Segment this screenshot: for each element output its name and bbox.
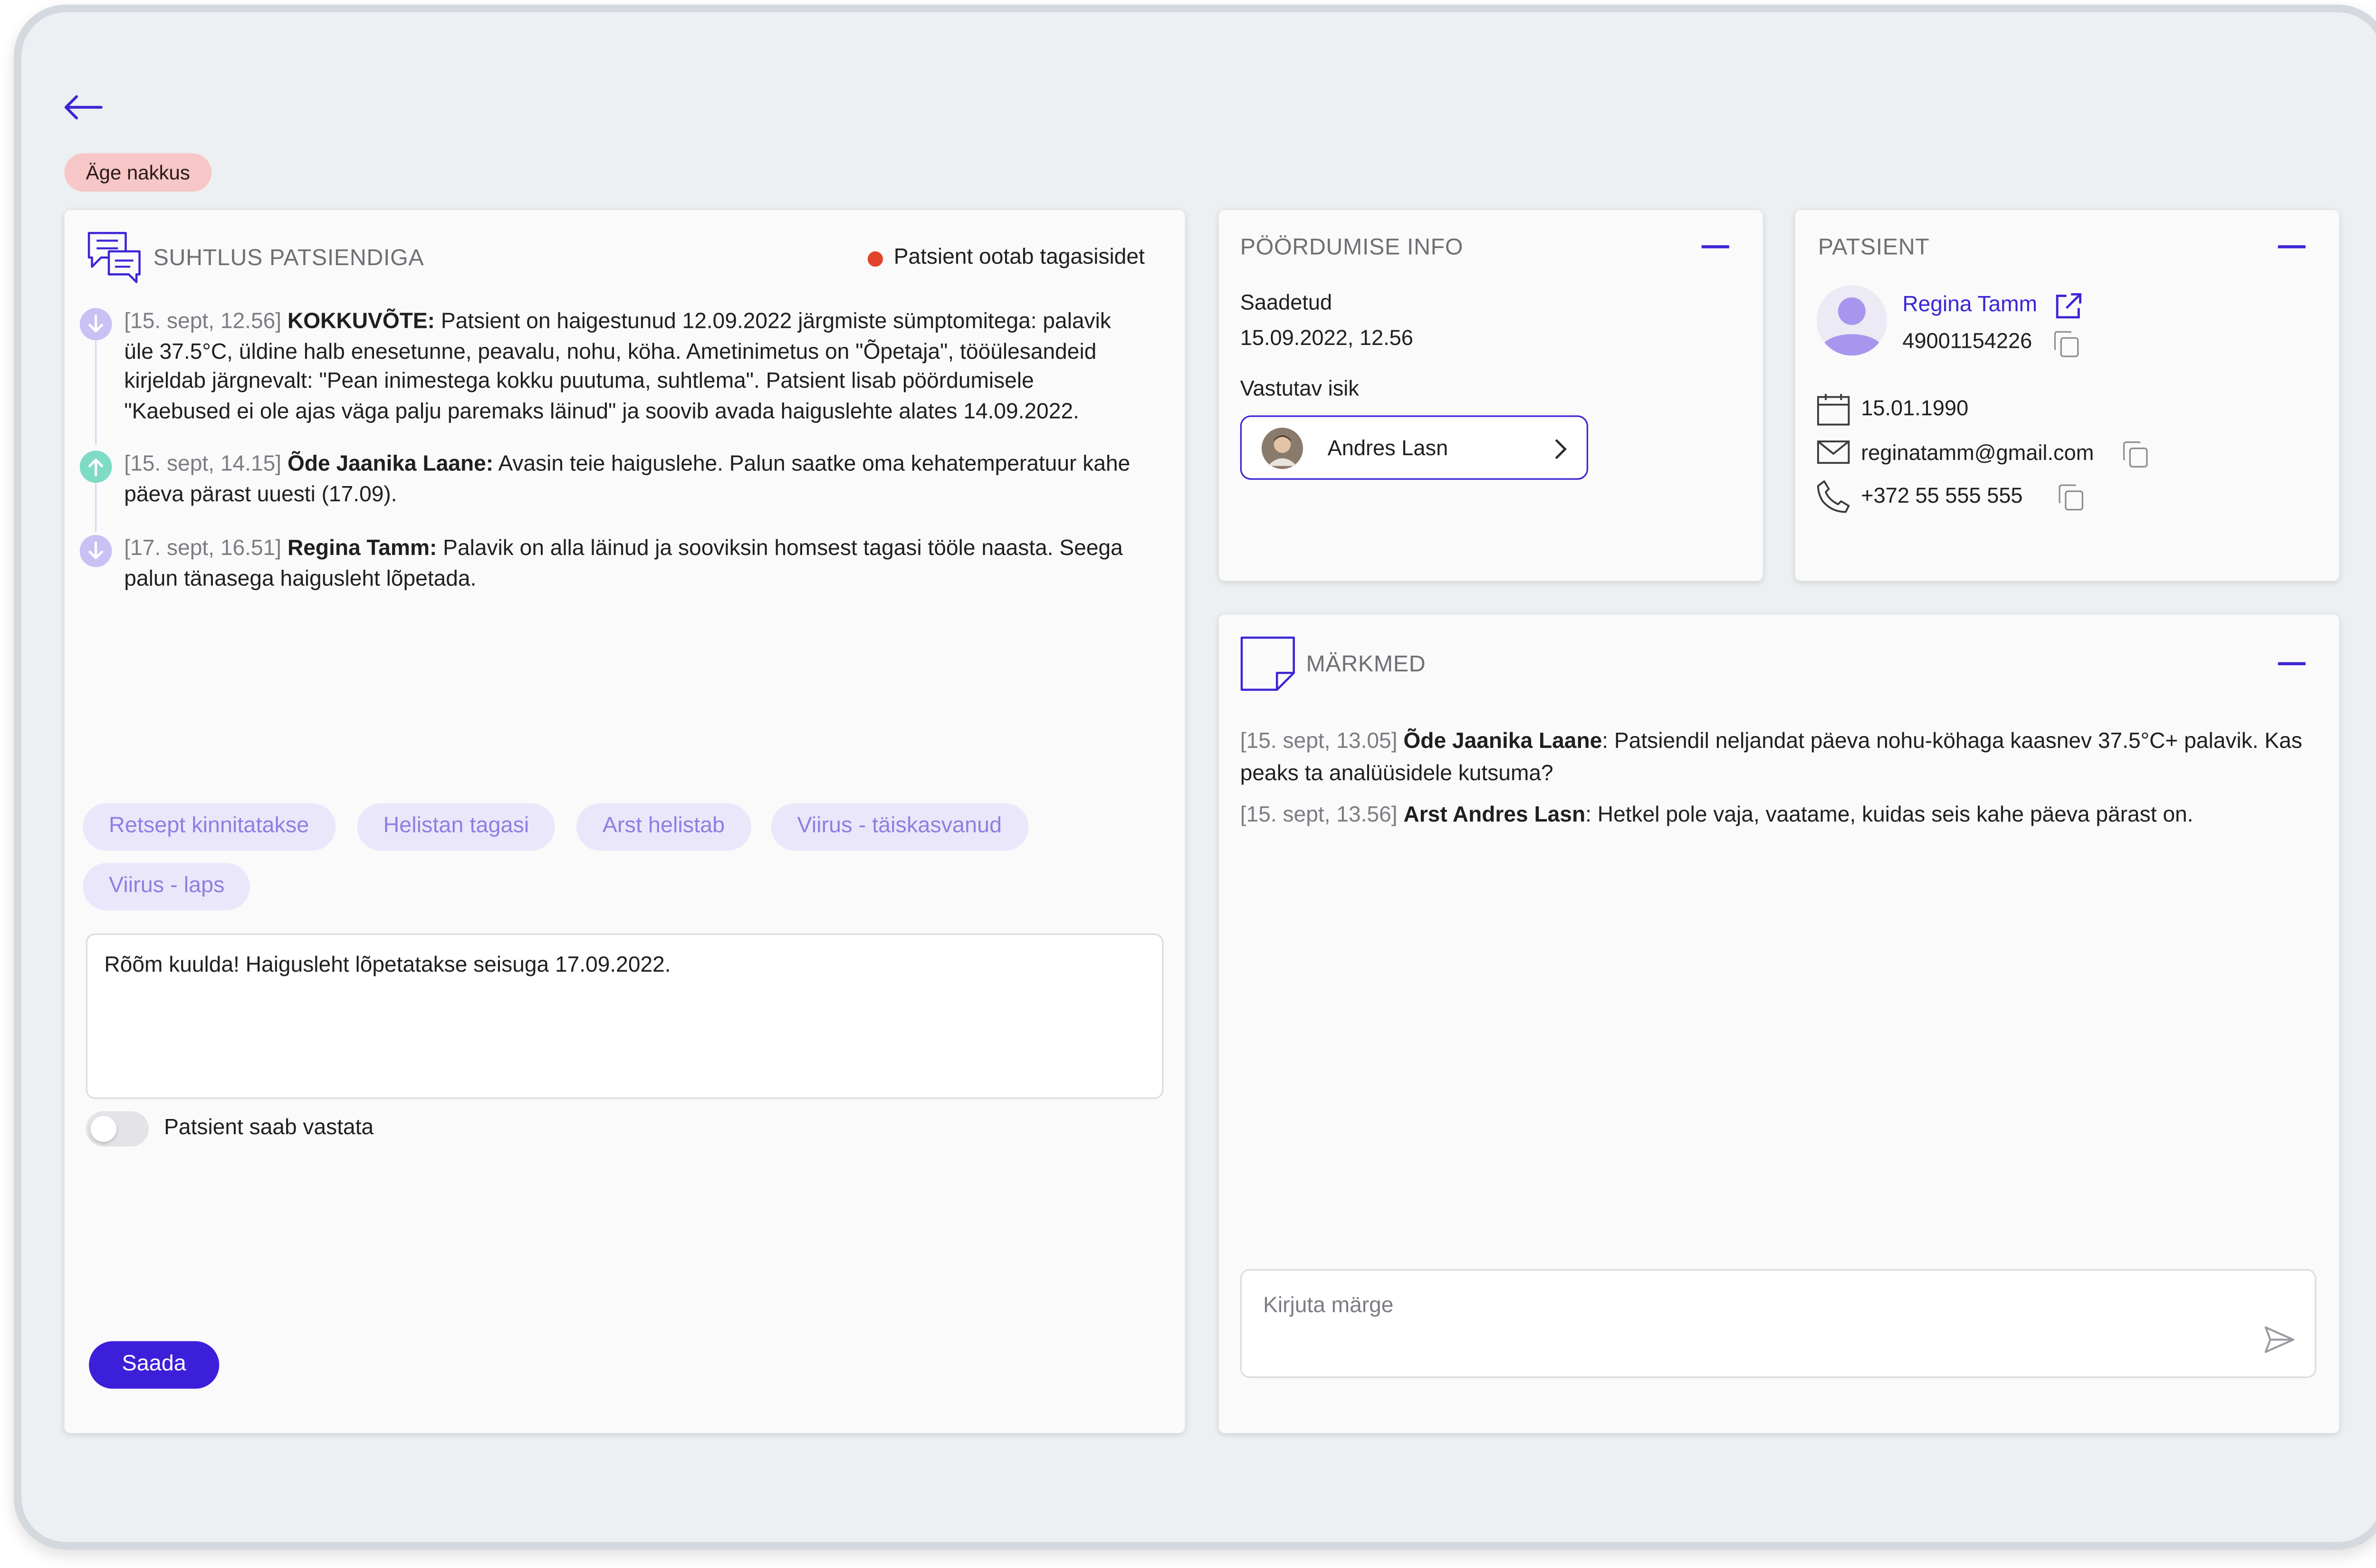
timeline-line [95,483,97,532]
collapse-patient-button[interactable] [2278,245,2306,249]
timeline-line [95,340,97,445]
message-item: [15. sept, 14.15] Õde Jaanika Laane: Ava… [124,450,1167,510]
patient-id-code: 49001154226 [1902,328,2032,353]
outgoing-message-icon [79,450,112,483]
message-text-line: kirjeldab järgnevalt: "Pean inimestega k… [124,369,1034,394]
incoming-message-icon [79,535,112,567]
screen: Äge nakkus SUHTLUS PATSIENDIGA Patsient … [0,0,2376,1568]
note-item: [15. sept, 13.56] Arst Andres Lasn: Hetk… [1240,803,2194,828]
quick-reply-chip[interactable]: Arst helistab [576,803,751,851]
responsible-name: Andres Lasn [1327,435,1448,460]
message-text-line: palun tänasega haigusleht lõpetada. [124,566,477,591]
send-button[interactable]: Saada [89,1341,220,1389]
communication-title: SUHTLUS PATSIENDIGA [153,245,424,271]
toggle-knob [90,1116,117,1142]
patient-title: PATSIENT [1818,234,1930,261]
quick-reply-chip[interactable]: Helistan tagasi [357,803,556,851]
message-text-line: üle 37.5°C, üldine halb enesetunne, peav… [124,339,1097,364]
reply-textarea[interactable]: Rõõm kuulda! Haigusleht lõpetatakse seis… [86,933,1164,1099]
back-arrow-icon[interactable] [61,92,104,123]
message-author: Õde Jaanika Laane: [287,452,494,477]
quick-reply-chip[interactable]: Viirus - täiskasvanud [771,803,1028,851]
status-dot [867,251,883,267]
sent-value: 15.09.2022, 12.56 [1240,325,1413,350]
patient-can-reply-toggle[interactable] [86,1111,149,1147]
email-icon [1817,440,1850,464]
severity-badge: Äge nakkus [64,153,211,192]
doctor-avatar [1261,428,1303,469]
reply-text: Rõõm kuulda! Haigusleht lõpetatakse seis… [104,953,671,978]
responsible-person-selector[interactable]: Andres Lasn [1240,415,1589,480]
message-item: [15. sept, 12.56] KOKKUVÕTE: Patsient on… [124,308,1167,428]
message-author: Regina Tamm: [287,536,437,561]
message-time: [15. sept, 14.15] [124,452,282,477]
patient-birth-date: 15.01.1990 [1861,395,1969,420]
copy-icon[interactable] [2054,331,2079,357]
note-icon [1240,636,1295,691]
message-text-line: Patsient on haigestunud 12.09.2022 järgm… [441,309,1111,335]
open-external-icon[interactable] [2054,291,2083,320]
copy-icon[interactable] [2123,441,2148,468]
status-text: Patsient ootab tagasisidet [893,245,1145,270]
incoming-message-icon [79,308,112,341]
patient-name-link[interactable]: Regina Tamm [1902,293,2037,317]
note-text-line: Hetkel pole vaja, vaatame, kuidas seis k… [1597,803,2194,828]
collapse-request-info-button[interactable] [1701,245,1729,249]
message-item: [17. sept, 16.51] Regina Tamm: Palavik o… [124,535,1167,595]
message-text-line: Palavik on alla läinud ja sooviksin homs… [443,536,1123,561]
message-text-line: päeva pärast uuesti (17.09). [124,482,397,507]
sent-label: Saadetud [1240,289,1332,315]
responsible-label: Vastutav isik [1240,375,1359,400]
note-text-line: Patsiendil neljandat päeva nohu-köhaga k… [1614,729,2302,755]
note-input-placeholder: Kirjuta märge [1263,1293,1394,1319]
copy-icon[interactable] [2059,484,2083,511]
notes-title: MÄRKMED [1306,651,1426,678]
calendar-icon [1817,394,1850,426]
collapse-notes-button[interactable] [2278,662,2306,666]
note-text-line: peaks ta analüüsidele kutsuma? [1240,762,1553,786]
note-time: [15. sept, 13.56] [1240,803,1398,828]
phone-icon [1817,480,1850,513]
note-item: [15. sept, 13.05] Õde Jaanika Laane: Pat… [1240,729,2302,786]
request-info-title: PÖÖRDUMISE INFO [1240,234,1464,261]
patient-avatar [1816,285,1887,356]
message-time: [17. sept, 16.51] [124,536,282,561]
quick-reply-chip[interactable]: Retsept kinnitatakse [83,803,335,851]
toggle-label: Patsient saab vastata [164,1116,374,1141]
quick-reply-chip[interactable]: Viirus - laps [83,863,251,911]
send-note-icon[interactable] [2264,1326,2295,1353]
note-author: Arst Andres Lasn [1403,803,1586,828]
message-author: KOKKUVÕTE: [287,309,435,335]
patient-phone: +372 55 555 555 [1861,483,2023,507]
chat-bubbles-icon [87,232,141,283]
message-text-line: "Kaebused ei ole ajas väga palju paremak… [124,399,1079,424]
note-author: Õde Jaanika Laane [1403,729,1602,755]
patient-email: reginatamm@gmail.com [1861,440,2094,465]
note-time: [15. sept, 13.05] [1240,729,1398,755]
message-time: [15. sept, 12.56] [124,309,282,335]
message-text-line: Avasin teie haiguslehe. Palun saatke oma… [498,452,1131,477]
chevron-right-icon [1555,439,1567,459]
note-input[interactable]: Kirjuta märge [1240,1269,2317,1378]
